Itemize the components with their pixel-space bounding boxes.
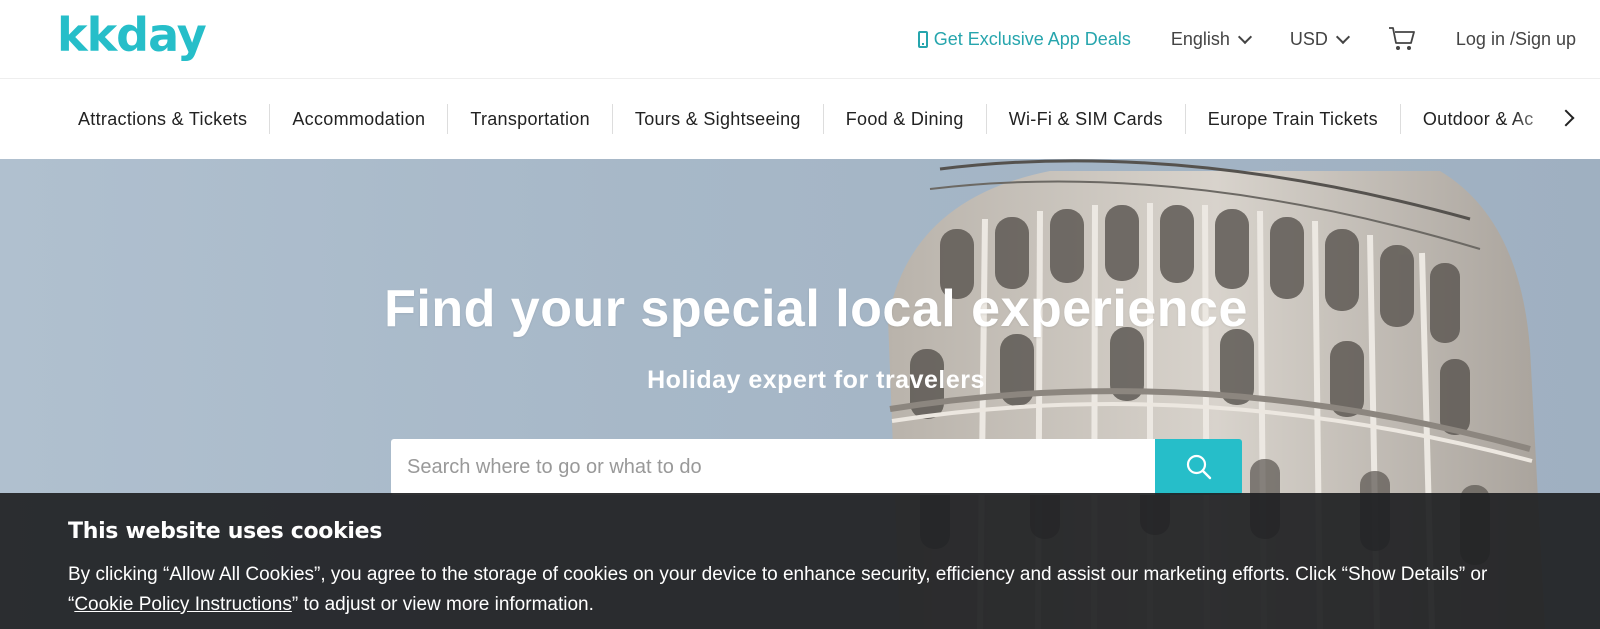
- site-header: kkday Get Exclusive App Deals English US…: [0, 0, 1600, 79]
- cookie-banner: This website uses cookies By clicking “A…: [0, 493, 1600, 629]
- app-deals-link[interactable]: Get Exclusive App Deals: [917, 28, 1131, 50]
- chevron-down-icon: [1237, 29, 1252, 44]
- cookie-text-part2: ” to adjust or view more information.: [291, 594, 594, 615]
- phone-icon: [917, 30, 928, 48]
- search-bar: [391, 439, 1242, 495]
- category-transportation[interactable]: Transportation: [448, 104, 613, 134]
- search-icon: [1186, 454, 1211, 480]
- category-tours-sightseeing[interactable]: Tours & Sightseeing: [613, 104, 824, 134]
- category-nav: Attractions & Tickets Accommodation Tran…: [0, 79, 1600, 159]
- header-actions: Get Exclusive App Deals English USD Log …: [917, 0, 1576, 78]
- hero-title: Find your special local experience: [384, 280, 1248, 338]
- cart-icon[interactable]: [1388, 26, 1416, 52]
- chevron-right-icon[interactable]: [1558, 106, 1578, 130]
- nav-fade: [1510, 79, 1600, 159]
- language-dropdown[interactable]: English: [1170, 28, 1252, 50]
- currency-label: USD: [1289, 28, 1328, 49]
- search-input[interactable]: [391, 439, 1155, 495]
- kkday-logo[interactable]: kkday: [57, 10, 207, 60]
- cookie-policy-link[interactable]: Cookie Policy Instructions: [74, 594, 292, 615]
- category-attractions-tickets[interactable]: Attractions & Tickets: [56, 104, 271, 134]
- category-europe-train[interactable]: Europe Train Tickets: [1186, 104, 1401, 134]
- category-wifi-sim[interactable]: Wi-Fi & SIM Cards: [987, 104, 1186, 134]
- category-food-dining[interactable]: Food & Dining: [824, 104, 987, 134]
- login-signup-link[interactable]: Log in /Sign up: [1456, 29, 1576, 50]
- category-list: Attractions & Tickets Accommodation Tran…: [56, 79, 1556, 159]
- chevron-down-icon: [1335, 29, 1350, 44]
- category-accommodation[interactable]: Accommodation: [270, 104, 449, 134]
- cookie-text: By clicking “Allow All Cookies”, you agr…: [68, 560, 1538, 620]
- search-button[interactable]: [1155, 439, 1242, 495]
- currency-dropdown[interactable]: USD: [1289, 28, 1350, 50]
- app-deals-label: Get Exclusive App Deals: [933, 28, 1131, 49]
- language-label: English: [1170, 28, 1230, 49]
- hero-subtitle: Holiday expert for travelers: [647, 366, 985, 394]
- cookie-title: This website uses cookies: [68, 519, 383, 544]
